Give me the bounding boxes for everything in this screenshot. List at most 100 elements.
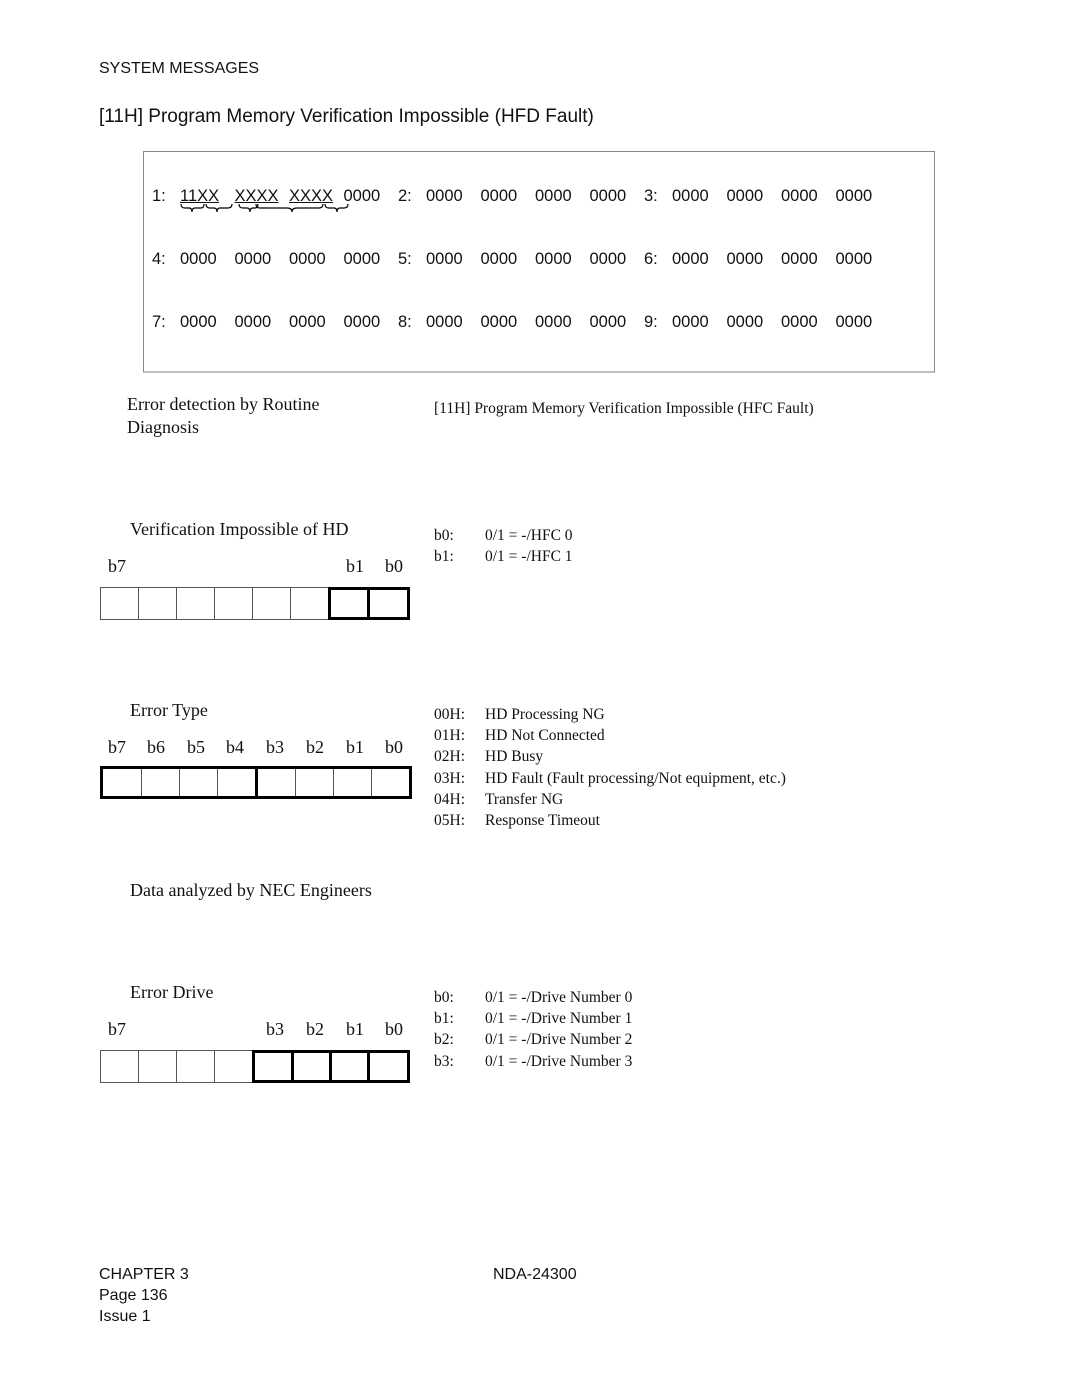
bit-cell	[100, 587, 139, 620]
brace-1	[180, 203, 205, 213]
dump-group: 0000	[589, 187, 627, 205]
bit-label-b7: b7	[108, 556, 126, 576]
dump-group: 0000	[234, 313, 272, 331]
brace-4	[255, 203, 324, 213]
verification-definitions: b0: 0/1 = -/HFC 0 b1: 0/1 = -/HFC 1	[434, 525, 573, 567]
dump-label: 7:	[152, 313, 166, 331]
dump-group: 0000	[672, 250, 709, 268]
bit-label-b0: b0	[385, 1019, 403, 1039]
dump-label: 6:	[644, 250, 658, 268]
bit-cell	[141, 769, 180, 796]
dump-group: 0000	[426, 250, 463, 268]
bit-group-active	[328, 587, 410, 620]
dump-label: 4:	[152, 250, 166, 268]
definition-key: 01H:	[434, 727, 465, 745]
bit-label: b4	[226, 737, 244, 757]
bit-cell	[176, 1050, 215, 1083]
definition-key: b1:	[434, 548, 454, 566]
dump-group: 0000	[480, 250, 518, 268]
definition-key: b0:	[434, 527, 454, 544]
bit-label-b2: b2	[306, 1019, 324, 1039]
bit-cell-b0	[369, 590, 408, 617]
error-drive-definitions: b0: 0/1 = -/Drive Number 0 b1: 0/1 = -/Dri…	[434, 987, 632, 1072]
dump-group: 0000	[835, 313, 873, 331]
bit-cell	[100, 1050, 139, 1083]
bit-cell-b1	[331, 590, 370, 617]
bit-group-low	[257, 766, 412, 799]
dump-group: 0000	[835, 187, 873, 205]
definition-item: 03H: HD Fault (Fault processing/Not equip…	[434, 768, 786, 789]
bit-cell-b3	[255, 1053, 294, 1080]
dump-group: 0000	[480, 313, 518, 331]
bit-label-b3: b3	[266, 1019, 284, 1039]
bit-label-b1: b1	[346, 1019, 364, 1039]
section-header: SYSTEM MESSAGES	[99, 60, 260, 77]
dump-group: 0000	[835, 250, 873, 268]
definition-item: b0: 0/1 = -/HFC 0	[434, 525, 573, 546]
verification-bit-field	[100, 587, 410, 620]
definition-value: 0/1 = -/Drive Number 3	[485, 1052, 633, 1070]
dump-label: 9:	[644, 313, 658, 331]
definition-key: b0:	[434, 989, 454, 1006]
bit-group-high	[100, 766, 258, 799]
error-type-definitions: 00H: HD Processing NG 01H: HD Not Connecte…	[434, 704, 786, 831]
bit-cell	[138, 587, 177, 620]
definition-key: 05H:	[434, 812, 465, 830]
dump-group: 0000	[781, 250, 818, 268]
bit-cell	[371, 769, 410, 796]
bit-cell	[217, 769, 256, 796]
brace-2	[205, 203, 233, 213]
definition-item: b0: 0/1 = -/Drive Number 0	[434, 987, 632, 1008]
brace-5	[324, 203, 349, 213]
bit-label: b7	[108, 737, 126, 757]
definition-value: 0/1 = -/Drive Number 1	[485, 1010, 633, 1028]
dump-group: 0000	[726, 187, 764, 205]
detection-label-line2: Diagnosis	[127, 417, 199, 437]
dump-group: 0000	[535, 313, 572, 331]
field-braces	[180, 203, 349, 213]
definition-value: HD Not Connected	[485, 727, 605, 745]
definition-key: 03H:	[434, 769, 465, 787]
dump-group: 0000	[535, 250, 572, 268]
bit-cell	[214, 1050, 253, 1083]
dump-group: 0000	[726, 313, 764, 331]
bit-cell	[333, 769, 372, 796]
dump-group: 0000	[180, 313, 217, 331]
dump-row: 4: 0000 0000 0000 0000 5: 0000 0000 0000 0000 6: 00…	[152, 250, 890, 269]
bit-label: b0	[385, 737, 403, 757]
detection-label-line1: Error detection by Routine	[127, 394, 320, 414]
error-type-title: Error Type	[130, 700, 208, 720]
dump-group: 0000	[343, 313, 381, 331]
dump-group: 0000	[726, 250, 764, 268]
error-type-bit-field	[100, 766, 412, 799]
footer-doc-number: NDA-24300	[493, 1266, 577, 1283]
message-dump-box: 1: 11XX XXXX XXXX 0000 2: 0000 0000 0000 0000 3: 00…	[143, 151, 935, 373]
definition-key: b1:	[434, 1010, 454, 1028]
dump-label: 3:	[644, 187, 658, 205]
bit-cell-b0	[369, 1053, 408, 1080]
definition-item: 00H: HD Processing NG	[434, 704, 786, 725]
dump-group: 0000	[180, 250, 217, 268]
dump-group: 0000	[781, 187, 818, 205]
dump-row: 7: 0000 0000 0000 0000 8: 0000 0000 0000 0000 9: 00…	[152, 313, 890, 332]
definition-value: Response Timeout	[485, 812, 600, 830]
definition-value: 0/1 = -/HFC 1	[485, 548, 573, 566]
definition-key: b2:	[434, 1031, 454, 1049]
definition-item: 02H: HD Busy	[434, 746, 786, 767]
bit-label-b7: b7	[108, 1019, 126, 1039]
dump-group: 0000	[289, 250, 326, 268]
brace-3	[238, 203, 259, 213]
definition-value: 0/1 = -/Drive Number 2	[485, 1031, 633, 1049]
bit-cell	[252, 587, 291, 620]
bit-cell	[138, 1050, 177, 1083]
bit-label: b3	[266, 737, 284, 757]
dump-group: 0000	[672, 313, 709, 331]
definition-item: 01H: HD Not Connected	[434, 725, 786, 746]
bit-cell	[295, 769, 334, 796]
dump-group: 0000	[234, 250, 272, 268]
dump-group: 0000	[672, 187, 709, 205]
footer-issue: Issue 1	[99, 1308, 151, 1325]
detection-description: [11H] Program Memory Verification Imposs…	[434, 400, 814, 417]
error-drive-bit-field	[100, 1050, 410, 1083]
definition-value: 0/1 = -/Drive Number 0	[485, 989, 633, 1006]
